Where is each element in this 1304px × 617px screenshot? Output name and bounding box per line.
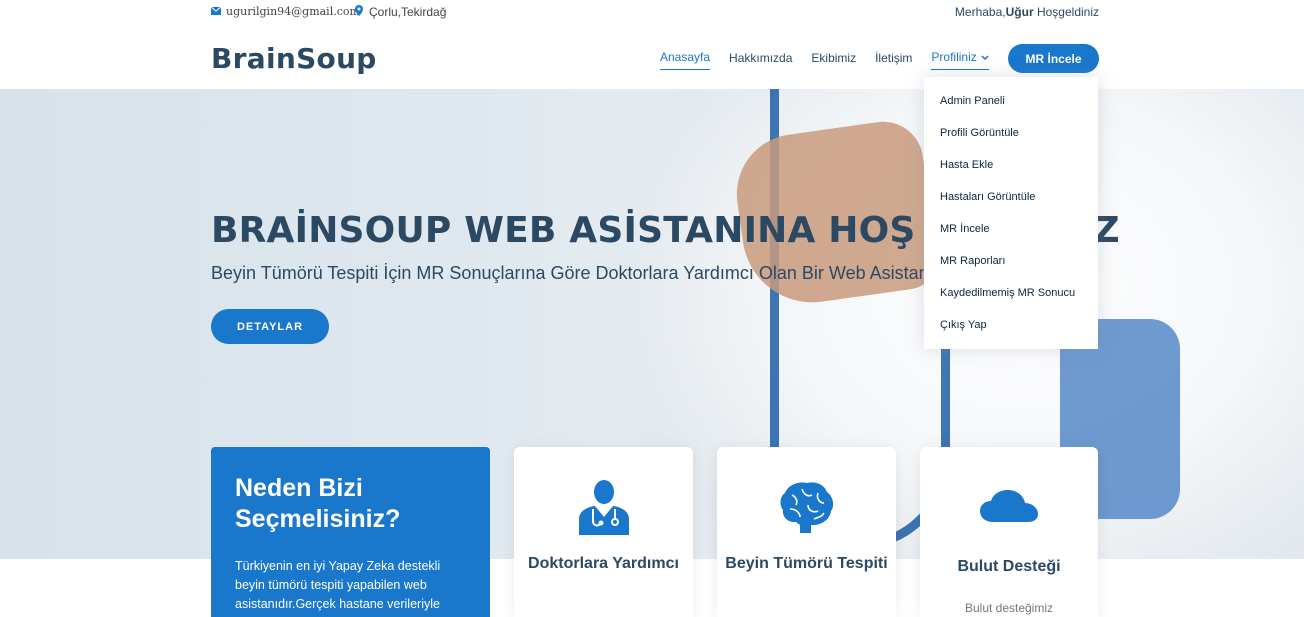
nav-ekibimiz[interactable]: Ekibimiz: [811, 50, 856, 70]
feature-card-doctors: Doktorlara Yardımcı: [514, 447, 693, 617]
location-text: Çorlu,Tekirdağ: [369, 5, 447, 19]
nav-hakkimizda[interactable]: Hakkımızda: [729, 50, 792, 70]
envelope-icon: [210, 5, 222, 18]
cloud-icon: [979, 489, 1039, 528]
greeting-prefix: Merhaba,: [954, 5, 1006, 19]
hero-subtitle: Beyin Tümörü Tespiti İçin MR Sonuçlarına…: [211, 263, 934, 283]
email-text: ugurilgin94@gmail.com: [226, 5, 360, 18]
header: BrainSoup Anasayfa Hakkımızda Ekibimiz İ…: [0, 26, 1304, 89]
greeting-name: Uğur: [1005, 5, 1034, 19]
feature-title: Beyin Tümörü Tespiti: [725, 555, 888, 572]
menu-item-hasta-ekle[interactable]: Hasta Ekle: [924, 149, 1098, 181]
detaylar-button[interactable]: DETAYLAR: [211, 309, 329, 344]
why-us-card: Neden Bizi Seçmelisiniz? Türkiyenin en i…: [211, 447, 490, 617]
menu-item-hastalari-goruntule[interactable]: Hastaları Görüntüle: [924, 181, 1098, 213]
feature-card-brain: Beyin Tümörü Tespiti: [717, 447, 896, 617]
doctor-icon: [575, 479, 633, 540]
contact-location: Çorlu,Tekirdağ: [355, 5, 446, 19]
menu-item-mr-raporlari[interactable]: MR Raporları: [924, 245, 1098, 277]
profile-dropdown-menu: Admin Paneli Profili Görüntüle Hasta Ekl…: [924, 77, 1098, 349]
menu-item-kaydedilmemis-mr[interactable]: Kaydedilmemiş MR Sonucu: [924, 277, 1098, 309]
chevron-down-icon: [981, 50, 989, 64]
feature-text: Bulut desteğimiz: [964, 601, 1054, 615]
feature-title: Doktorlara Yardımcı: [528, 555, 679, 572]
why-us-text: Türkiyenin en iyi Yapay Zeka destekli be…: [235, 559, 441, 611]
nav-profiliniz-label: Profiliniz: [931, 50, 977, 64]
feature-card-cloud: Bulut Desteği Bulut desteğimiz: [920, 447, 1098, 617]
menu-item-mr-incele[interactable]: MR İncele: [924, 213, 1098, 245]
mr-incele-button[interactable]: MR İncele: [1008, 44, 1099, 73]
menu-item-profili-goruntule[interactable]: Profili Görüntüle: [924, 117, 1098, 149]
nav-anasayfa[interactable]: Anasayfa: [660, 50, 711, 70]
nav-iletisim[interactable]: İletişim: [875, 50, 912, 70]
top-bar: ugurilgin94@gmail.com Çorlu,Tekirdağ Mer…: [0, 0, 1304, 26]
main-nav: Anasayfa Hakkımızda Ekibimiz İletişim Pr…: [660, 50, 1008, 70]
contact-email[interactable]: ugurilgin94@gmail.com: [210, 5, 360, 18]
nav-profiliniz[interactable]: Profiliniz: [931, 50, 989, 70]
menu-item-admin-paneli[interactable]: Admin Paneli: [924, 85, 1098, 117]
menu-item-cikis-yap[interactable]: Çıkış Yap: [924, 309, 1098, 341]
why-us-title: Neden Bizi Seçmelisiniz?: [235, 474, 401, 533]
brain-icon: [778, 479, 836, 540]
map-pin-icon: [355, 5, 363, 19]
site-logo[interactable]: BrainSoup: [211, 42, 377, 75]
feature-title: Bulut Desteği: [957, 558, 1061, 575]
greeting: Merhaba,Uğur Hoşgeldiniz: [955, 5, 1099, 19]
greeting-suffix: Hoşgeldiniz: [1033, 5, 1099, 19]
